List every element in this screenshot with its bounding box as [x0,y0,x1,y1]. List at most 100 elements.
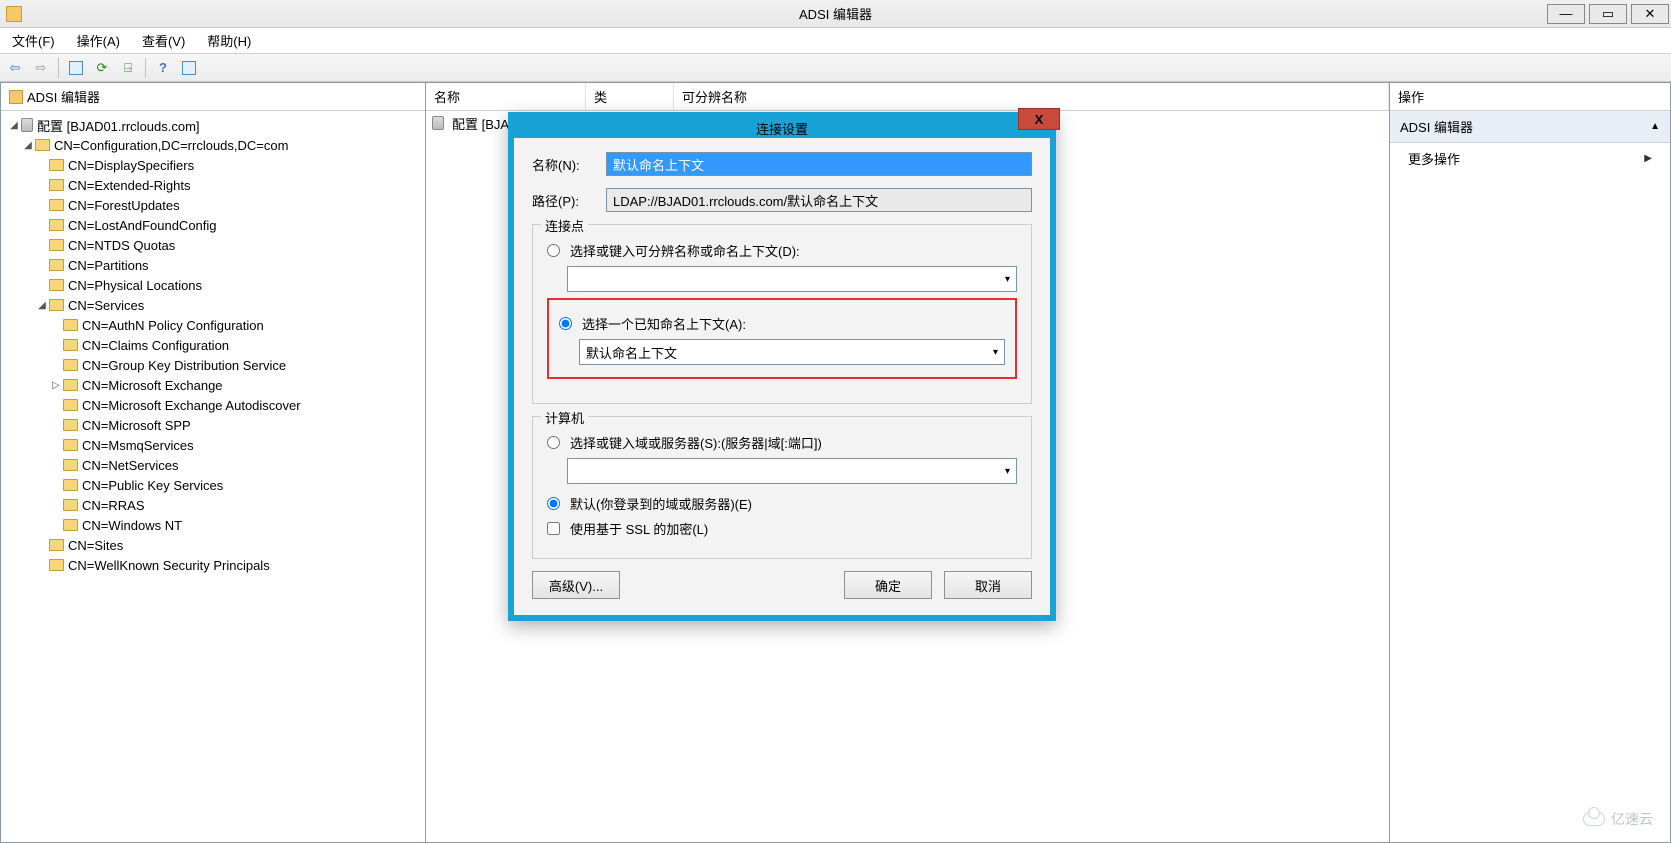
actions-title: 操作 [1390,83,1670,111]
folder-icon [63,439,78,451]
tree-item[interactable]: ·CN=Sites [1,535,425,555]
option-dn[interactable]: 选择或键入可分辨名称或命名上下文(D): [547,241,1017,260]
close-button[interactable]: ✕ [1631,4,1669,24]
tree-item[interactable]: ·CN=Group Key Distribution Service [1,355,425,375]
window-titlebar: ADSI 编辑器 — ▭ ✕ [0,0,1671,28]
tree-item[interactable]: ·CN=Microsoft Exchange Autodiscover [1,395,425,415]
actions-heading[interactable]: ADSI 编辑器 ▲ [1390,111,1670,143]
nav-back-icon[interactable] [4,57,26,79]
collapse-icon[interactable]: ◢ [7,120,21,131]
option-ssl[interactable]: 使用基于 SSL 的加密(L) [547,519,1017,538]
dialog-title: 连接设置 [756,119,808,138]
ok-button[interactable]: 确定 [844,571,932,599]
collapse-icon[interactable]: ◢ [21,140,35,151]
col-dn[interactable]: 可分辨名称 [674,83,1389,110]
dn-combo[interactable]: ▾ [567,266,1017,292]
tree-item[interactable]: ·CN=Physical Locations [1,275,425,295]
folder-icon [63,379,78,391]
tree-item[interactable]: ·CN=Claims Configuration [1,335,425,355]
folder-icon [49,559,64,571]
toolbar-separator [145,58,146,78]
tree-item[interactable]: ·CN=WellKnown Security Principals [1,555,425,575]
cancel-button[interactable]: 取消 [944,571,1032,599]
actions-more[interactable]: 更多操作 ▶ [1390,143,1670,174]
chevron-down-icon: ▾ [1005,274,1010,285]
folder-icon [49,259,64,271]
name-input[interactable]: 默认命名上下文 [606,152,1032,176]
tree-item[interactable]: ·CN=LostAndFoundConfig [1,215,425,235]
refresh-icon[interactable] [91,57,113,79]
tree-item[interactable]: ·CN=Partitions [1,255,425,275]
expand-icon[interactable]: ▷ [49,380,63,391]
radio-server[interactable] [547,436,560,449]
tree-item[interactable]: ·CN=Windows NT [1,515,425,535]
window-title: ADSI 编辑器 [799,4,872,23]
advanced-button[interactable]: 高级(V)... [532,571,620,599]
tree-item[interactable]: ▷CN=Microsoft Exchange [1,375,425,395]
option-default-domain[interactable]: 默认(你登录到的域或服务器)(E) [547,494,1017,513]
name-label: 名称(N): [532,155,606,174]
tree-item[interactable]: ·CN=AuthN Policy Configuration [1,315,425,335]
minimize-button[interactable]: — [1547,4,1585,24]
known-context-combo[interactable]: 默认命名上下文▾ [579,339,1005,365]
tree-panel: ADSI 编辑器 ◢ 配置 [BJAD01.rrclouds.com] ◢ CN… [1,83,426,842]
tree-item[interactable]: ·CN=RRAS [1,495,425,515]
folder-icon [63,359,78,371]
tree-item[interactable]: ·CN=MsmqServices [1,435,425,455]
radio-known-context[interactable] [559,317,572,330]
folder-icon [49,199,64,211]
col-class[interactable]: 类 [586,83,674,110]
toolbar [0,54,1671,82]
export-list-icon[interactable] [117,57,139,79]
radio-default-domain[interactable] [547,497,560,510]
menu-view[interactable]: 查看(V) [138,29,189,52]
folder-icon [49,159,64,171]
folder-icon [49,239,64,251]
folder-icon [63,459,78,471]
adsi-editor-icon [9,90,23,104]
show-hide-icon[interactable] [178,57,200,79]
menu-action[interactable]: 操作(A) [73,29,124,52]
tree-item[interactable]: ·CN=ForestUpdates [1,195,425,215]
folder-icon [49,539,64,551]
list-header: 名称 类 可分辨名称 [426,83,1389,111]
tree-item[interactable]: ·CN=NTDS Quotas [1,235,425,255]
option-known-context[interactable]: 选择一个已知命名上下文(A): [559,314,1005,333]
col-name[interactable]: 名称 [426,83,586,110]
properties-icon[interactable] [65,57,87,79]
option-server[interactable]: 选择或键入域或服务器(S):(服务器|域[:端口]) [547,433,1017,452]
tree-config-node[interactable]: ◢ 配置 [BJAD01.rrclouds.com] [1,115,425,135]
radio-dn[interactable] [547,244,560,257]
maximize-button[interactable]: ▭ [1589,4,1627,24]
tree-configuration-dn[interactable]: ◢ CN=Configuration,DC=rrclouds,DC=com [1,135,425,155]
naming-context-icon [21,118,33,132]
folder-icon [63,419,78,431]
dialog-titlebar: 连接设置 X [508,112,1056,138]
connection-settings-dialog: 连接设置 X 名称(N): 默认命名上下文 路径(P): LDAP://BJAD… [508,112,1056,621]
tree-item[interactable]: ·CN=Public Key Services [1,475,425,495]
folder-icon [49,279,64,291]
connection-point-group: 连接点 选择或键入可分辨名称或命名上下文(D): ▾ 选择一个已知命名上下文(A… [532,224,1032,404]
tree-item[interactable]: ·CN=Microsoft SPP [1,415,425,435]
computer-group: 计算机 选择或键入域或服务器(S):(服务器|域[:端口]) ▾ 默认(你登录到… [532,416,1032,559]
collapse-icon[interactable]: ◢ [35,300,49,311]
dialog-close-button[interactable]: X [1018,108,1060,130]
folder-icon [63,399,78,411]
chevron-right-icon: ▶ [1644,153,1652,164]
nav-forward-icon [30,57,52,79]
server-combo[interactable]: ▾ [567,458,1017,484]
tree-root-label: ADSI 编辑器 [27,87,100,106]
tree-services[interactable]: ◢ CN=Services [1,295,425,315]
cloud-icon [1583,812,1605,826]
collapse-icon: ▲ [1650,121,1660,132]
menu-file[interactable]: 文件(F) [8,29,59,52]
checkbox-ssl[interactable] [547,522,560,535]
toolbar-separator [58,58,59,78]
tree-item[interactable]: ·CN=DisplaySpecifiers [1,155,425,175]
tree-item[interactable]: ·CN=Extended-Rights [1,175,425,195]
tree-root[interactable]: ADSI 编辑器 [1,83,425,111]
menu-help[interactable]: 帮助(H) [203,29,255,52]
tree-item[interactable]: ·CN=NetServices [1,455,425,475]
path-input: LDAP://BJAD01.rrclouds.com/默认命名上下文 [606,188,1032,212]
help-icon[interactable] [152,57,174,79]
